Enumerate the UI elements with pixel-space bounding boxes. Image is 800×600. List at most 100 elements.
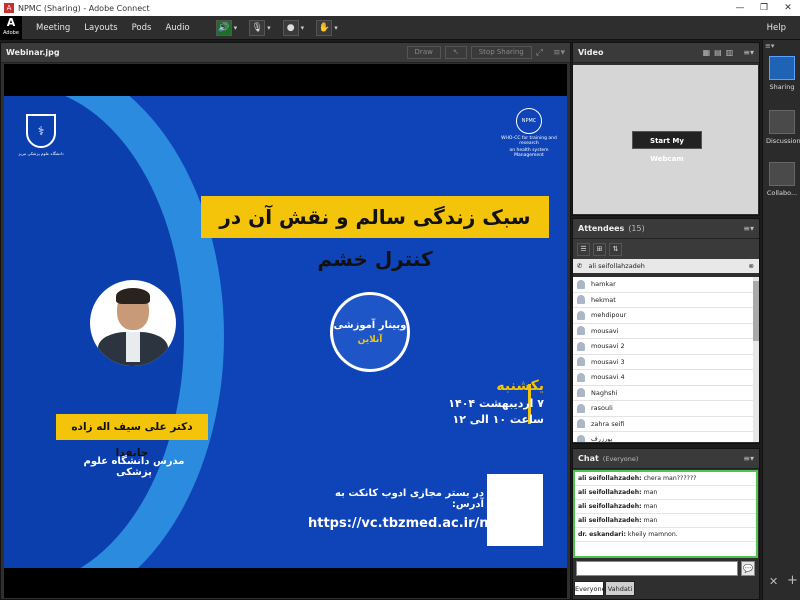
list-view-icon[interactable]: ☰ [577, 242, 590, 256]
attendee-row[interactable]: mousavi 2 [573, 339, 753, 355]
participant-icon [577, 388, 585, 398]
close-window-button[interactable]: ✕ [776, 3, 800, 13]
chat-text: man [643, 489, 658, 496]
fullscreen-icon[interactable]: ⤢ [536, 48, 543, 58]
discussion-layout-icon [769, 110, 795, 134]
attendee-name: hekmat [591, 295, 616, 304]
attendees-pod-header: Attendees (15) ≡▾ [573, 219, 759, 239]
attendee-row[interactable]: پورزرف [573, 432, 753, 442]
window-title: NPMC (Sharing) - Adobe Connect [18, 3, 150, 13]
grid-view-icon[interactable]: ▦ [703, 48, 711, 57]
webinar-badge-line1: وبینار آموزشی [333, 319, 407, 331]
add-layout-icon[interactable]: + [787, 573, 798, 588]
attendee-row[interactable]: mousavi 4 [573, 370, 753, 386]
chat-text: chera man?????? [643, 475, 697, 482]
attendee-row[interactable]: mousavi 3 [573, 355, 753, 370]
menu-pods[interactable]: Pods [132, 23, 152, 33]
chat-tab-vahdati[interactable]: Vahdati [605, 581, 635, 596]
event-date: یکشنبه ۷ اردیبهشت ۱۴۰۴ ساعت ۱۰ الی ۱۲ [424, 378, 544, 426]
window-titlebar: A NPMC (Sharing) - Adobe Connect — ❐ ✕ [0, 0, 800, 16]
university-logo-caption: دانشگاه علوم پزشکی تبریز [18, 151, 64, 156]
attendee-name: پورزرف [591, 435, 613, 442]
menu-meeting[interactable]: Meeting [36, 23, 70, 33]
layout-discussion[interactable]: Discussion [766, 110, 800, 145]
pointer-button[interactable]: ↖ [444, 46, 467, 59]
rail-menu-icon[interactable]: ≡▾ [765, 42, 774, 50]
participant-icon [577, 357, 585, 367]
attendee-row[interactable]: Naghshi [573, 386, 753, 401]
send-message-icon[interactable]: 💬 [741, 561, 755, 576]
attendee-row[interactable]: rasouli [573, 401, 753, 417]
participant-icon [577, 419, 585, 429]
attendee-row[interactable]: mehdipour [573, 308, 753, 324]
list-view-icon[interactable]: ▤ [714, 48, 722, 57]
pod-menu-icon[interactable]: ≡▾ [553, 48, 565, 58]
layout-collaboration[interactable]: Collabo... [766, 162, 798, 197]
attendee-row[interactable]: hekmat [573, 293, 753, 308]
university-logo: ⚕ دانشگاه علوم پزشکی تبریز [18, 114, 64, 172]
pod-menu-icon[interactable]: ≡▾ [743, 224, 754, 233]
npmc-caption-1: WHO-CC for training and research [501, 136, 557, 146]
attendee-list: hamkar hekmat mehdipour mousavi mousavi 2 mou… [573, 277, 753, 442]
attendee-row[interactable]: zahra seifi [573, 417, 753, 432]
maximize-button[interactable]: ❐ [752, 3, 776, 13]
chat-text: kheily mamnon. [627, 531, 678, 538]
speaker-icon[interactable]: 🔊 [215, 19, 232, 36]
phone-icon: ✆ [577, 262, 583, 270]
attendee-row[interactable]: mousavi [573, 324, 753, 339]
start-webcam-button[interactable]: Start My Webcam [632, 131, 702, 163]
minimize-button[interactable]: — [728, 3, 752, 13]
attendee-scroll-thumb[interactable] [753, 281, 759, 341]
layout-sharing[interactable]: Sharing [766, 56, 798, 91]
chat-message: ali seifollahzadeh: man [575, 500, 756, 514]
breakout-view-icon[interactable]: ⊞ [593, 242, 606, 256]
stop-sharing-button[interactable]: Stop Sharing [470, 46, 532, 59]
chat-message: ali seifollahzadeh: chera man?????? [575, 472, 756, 486]
microphone-icon[interactable]: 🎙 [249, 19, 266, 36]
speaker-name: دکتر علی سیف اله زاده جانفدا [56, 414, 208, 459]
microphone-control[interactable]: 🎙 ▾ [249, 19, 271, 36]
attendee-name: mehdipour [591, 311, 627, 320]
chat-input[interactable] [576, 561, 738, 576]
clear-icon[interactable]: ⊗ [749, 262, 754, 270]
event-time: ساعت ۱۰ الی ۱۲ [452, 413, 544, 426]
attendee-scrollbar[interactable] [753, 277, 759, 442]
raise-hand-icon[interactable]: ✋ [316, 19, 333, 36]
layout-collaboration-label: Collabo... [766, 189, 798, 197]
participant-icon [577, 326, 585, 336]
webcam-control[interactable]: ● ▾ [282, 19, 305, 36]
npmc-emblem: NPMC [516, 108, 542, 134]
attendee-row[interactable]: hamkar [573, 277, 753, 293]
chevron-down-icon[interactable]: ▾ [301, 24, 305, 32]
npmc-logo: NPMC WHO-CC for training and research on… [494, 108, 564, 158]
speaker-role: مدرس دانشگاه علوم پزشکی [83, 456, 185, 478]
chat-sender: dr. eskandari: [578, 531, 626, 538]
speaker-control[interactable]: 🔊 ▾ [215, 19, 238, 36]
collaboration-layout-icon [769, 162, 795, 186]
chat-messages: ali seifollahzadeh: chera man?????? ali s… [573, 470, 758, 558]
sort-icon[interactable]: ⇅ [609, 242, 622, 256]
menu-audio[interactable]: Audio [165, 23, 189, 33]
draw-button[interactable]: Draw [406, 46, 441, 59]
filmstrip-view-icon[interactable]: ▥ [726, 48, 734, 57]
participant-icon [577, 341, 585, 351]
chevron-down-icon[interactable]: ▾ [234, 24, 238, 32]
chat-tab-everyone[interactable]: Everyone [574, 581, 606, 596]
sharing-layout-icon [769, 56, 795, 80]
pod-menu-icon[interactable]: ≡▾ [743, 48, 754, 57]
wrench-icon[interactable]: ✕ [769, 575, 778, 588]
pod-menu-icon[interactable]: ≡▾ [743, 454, 754, 463]
attendee-host-row[interactable]: ✆ ali seifollahzadeh ⊗ [573, 259, 759, 273]
menu-layouts[interactable]: Layouts [84, 23, 117, 33]
slide-bottom-margin [4, 568, 567, 598]
chat-text: man [643, 517, 658, 524]
webcam-icon[interactable]: ● [282, 19, 299, 36]
chevron-down-icon[interactable]: ▾ [334, 24, 338, 32]
adobe-logo: A Adobe [0, 15, 22, 40]
video-pod-title: Video [578, 48, 604, 57]
attendees-count: (15) [628, 224, 645, 233]
raise-hand-control[interactable]: ✋ ▾ [316, 19, 338, 36]
layouts-rail: ≡▾ Sharing Discussion Collabo... ✕ + [762, 40, 800, 600]
chevron-down-icon[interactable]: ▾ [267, 24, 271, 32]
menu-help[interactable]: Help [767, 23, 786, 33]
